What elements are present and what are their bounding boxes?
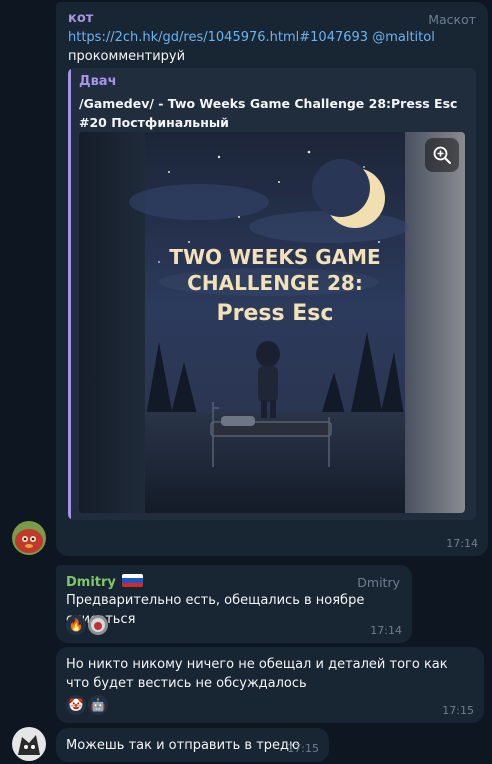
message-bubble[interactable]: Но никто никому ничего не обещал и детал… bbox=[56, 647, 484, 723]
message-bubble-dmitry[interactable]: Dmitry Dmitry Предварительно есть, обеща… bbox=[56, 565, 412, 643]
robot-face-icon[interactable]: 🤖 bbox=[88, 695, 108, 715]
message-time: 17:14 bbox=[370, 624, 402, 637]
message-text: Но никто никому ничего не обещал и детал… bbox=[66, 657, 448, 691]
image-title-line-3: Press Esc bbox=[217, 301, 334, 326]
russian-flag-icon bbox=[122, 574, 144, 587]
dark-creature-avatar[interactable] bbox=[12, 727, 46, 761]
sticker-avatar-icon[interactable] bbox=[88, 615, 108, 635]
message-text: https://2ch.hk/gd/res/1045976.html#10476… bbox=[68, 28, 480, 66]
zoom-in-glyph bbox=[433, 146, 451, 164]
message-time: 17:15 bbox=[287, 742, 319, 755]
reactions: 🔥 bbox=[66, 615, 108, 635]
zoom-in-icon[interactable] bbox=[425, 138, 459, 172]
message-body: прокомментируй bbox=[68, 49, 186, 64]
reactions: 🤡 🤖 bbox=[66, 695, 108, 715]
image-title-line-2: CHALLENGE 28: bbox=[187, 271, 363, 295]
preview-illustration: TWO WEEKS GAME CHALLENGE 28: Press Esc bbox=[79, 132, 465, 513]
message-text: Можешь так и отправить в тредю bbox=[66, 738, 300, 753]
sender-role: Dmitry bbox=[357, 575, 400, 590]
sender-name[interactable]: кот bbox=[68, 11, 93, 26]
preview-image[interactable]: TWO WEEKS GAME CHALLENGE 28: Press Esc bbox=[79, 132, 465, 513]
preview-title: /Gamedev/ - Two Weeks Game Challenge 28:… bbox=[79, 96, 458, 130]
sender-role: Маскот bbox=[428, 12, 476, 27]
fire-icon[interactable]: 🔥 bbox=[66, 615, 86, 635]
message-time: 17:15 bbox=[442, 704, 474, 717]
message-bubble-own[interactable]: Можешь так и отправить в тредю 17:15 bbox=[56, 728, 329, 762]
preview-accent-bar bbox=[68, 68, 71, 520]
red-creature-avatar[interactable] bbox=[12, 521, 46, 555]
sticker-avatar-glyph bbox=[91, 618, 105, 632]
avatar-image bbox=[12, 521, 46, 555]
sender-name-text[interactable]: Dmitry bbox=[66, 575, 116, 590]
message-bubble-kot[interactable]: кот Маскот https://2ch.hk/gd/res/1045976… bbox=[56, 2, 488, 556]
sender-name[interactable]: Dmitry bbox=[66, 574, 144, 590]
message-time: 17:14 bbox=[446, 537, 478, 550]
preview-site-name: Двач bbox=[79, 74, 117, 89]
message-link[interactable]: https://2ch.hk/gd/res/1045976.html#10476… bbox=[68, 30, 368, 45]
avatar-image bbox=[12, 727, 46, 761]
message-text: Предварительно есть, обещались в ноябре … bbox=[66, 593, 365, 627]
link-preview[interactable]: Двач /Gamedev/ - Two Weeks Game Challeng… bbox=[68, 68, 476, 520]
clown-face-icon[interactable]: 🤡 bbox=[66, 695, 86, 715]
mention-link[interactable]: @maltitol bbox=[372, 30, 435, 45]
image-title-line-1: TWO WEEKS GAME bbox=[169, 245, 380, 269]
